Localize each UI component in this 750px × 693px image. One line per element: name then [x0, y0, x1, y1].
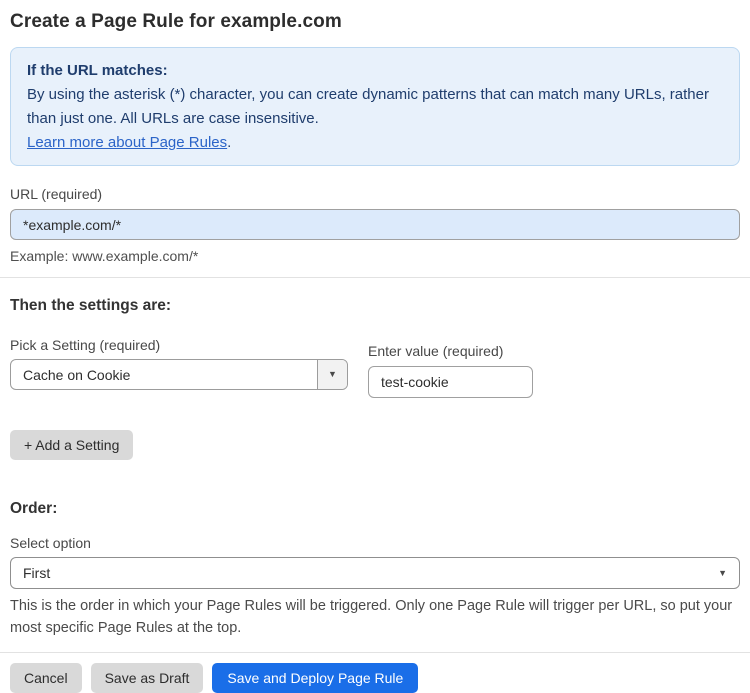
setting-dropdown-arrow-button[interactable]: ▼: [317, 360, 347, 389]
settings-section-heading: Then the settings are:: [10, 297, 172, 314]
setting-value-input[interactable]: [368, 366, 533, 398]
pick-setting-column: Pick a Setting (required) Cache on Cooki…: [10, 337, 348, 390]
url-label: URL (required): [10, 186, 103, 202]
order-select-label: Select option: [10, 535, 91, 551]
enter-value-column: Enter value (required): [368, 343, 533, 398]
url-example-text: Example: www.example.com/*: [10, 248, 199, 264]
enter-value-label: Enter value (required): [368, 343, 504, 359]
add-setting-button[interactable]: + Add a Setting: [10, 430, 134, 460]
info-box-heading: If the URL matches:: [27, 62, 168, 79]
order-select-value: First: [23, 565, 51, 581]
setting-dropdown[interactable]: Cache on Cookie ▼: [10, 359, 348, 390]
url-match-info-box: If the URL matches: By using the asteris…: [10, 47, 740, 166]
divider: [0, 277, 750, 278]
info-box-body: By using the asterisk (*) character, you…: [27, 86, 709, 127]
order-section-heading: Order:: [10, 500, 58, 517]
info-box-link-row: Learn more about Page Rules.: [27, 131, 723, 155]
link-period: .: [227, 134, 232, 151]
create-page-rule-form: Create a Page Rule for example.com If th…: [0, 10, 750, 693]
chevron-down-icon: ▼: [718, 567, 727, 578]
learn-more-link[interactable]: Learn more about Page Rules: [27, 134, 227, 151]
settings-row: Pick a Setting (required) Cache on Cooki…: [10, 337, 740, 398]
order-select[interactable]: First ▼: [10, 557, 740, 589]
save-draft-button[interactable]: Save as Draft: [90, 663, 204, 693]
pick-setting-label: Pick a Setting (required): [10, 337, 161, 353]
order-help-text: This is the order in which your Page Rul…: [10, 598, 733, 636]
page-title: Create a Page Rule for example.com: [10, 11, 342, 32]
chevron-down-icon: ▼: [328, 369, 337, 379]
cancel-button[interactable]: Cancel: [10, 663, 82, 693]
save-deploy-button[interactable]: Save and Deploy Page Rule: [212, 663, 419, 693]
url-input[interactable]: [10, 209, 740, 240]
setting-dropdown-value[interactable]: Cache on Cookie: [11, 360, 317, 389]
actions-row: Cancel Save as Draft Save and Deploy Pag…: [10, 663, 740, 693]
divider: [0, 652, 750, 653]
